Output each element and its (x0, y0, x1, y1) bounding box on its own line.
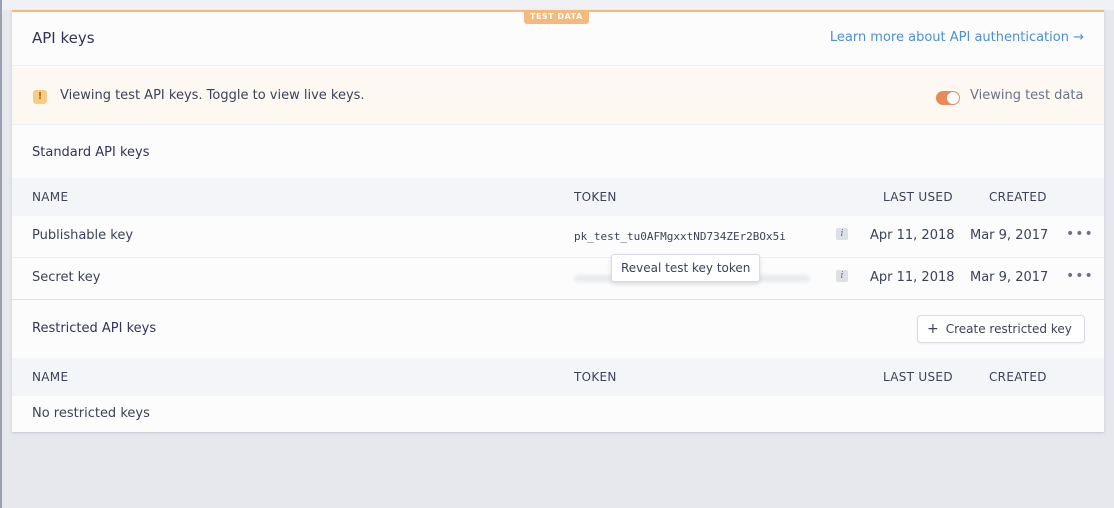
column-name: NAME (32, 190, 69, 204)
key-last-used: Apr 11, 2018 (870, 228, 955, 243)
key-name: Publishable key (32, 228, 134, 243)
top-strip (2, 0, 1114, 10)
empty-state-text: No restricted keys (32, 406, 150, 421)
create-restricted-key-label: Create restricted key (945, 322, 1072, 336)
table-row[interactable]: Secret key i Apr 11, 2018 Mar 9, 2017 ••… (12, 258, 1104, 300)
reveal-token-tooltip: Reveal test key token (611, 254, 761, 282)
column-token: TOKEN (574, 190, 617, 204)
more-options-icon[interactable]: ••• (1066, 268, 1094, 284)
key-created: Mar 9, 2017 (970, 228, 1049, 243)
create-restricted-key-button[interactable]: + Create restricted key (917, 315, 1085, 343)
standard-table-header: NAME TOKEN LAST USED CREATED (12, 178, 1104, 216)
info-icon[interactable]: i (836, 270, 848, 282)
key-created: Mar 9, 2017 (970, 270, 1049, 285)
toggle-label: Viewing test data (970, 88, 1084, 103)
column-created: CREATED (989, 190, 1047, 204)
plus-icon: + (927, 321, 939, 337)
restricted-keys-title: Restricted API keys (32, 321, 157, 336)
key-last-used: Apr 11, 2018 (870, 270, 955, 285)
column-last-used: LAST USED (883, 190, 953, 204)
view-test-data-toggle[interactable] (936, 91, 960, 105)
toggle-knob (947, 92, 959, 104)
more-options-icon[interactable]: ••• (1066, 226, 1094, 242)
warning-icon: ! (33, 90, 47, 104)
learn-more-link[interactable]: Learn more about API authentication → (830, 30, 1084, 45)
key-token[interactable]: pk_test_tu0AFMgxxtND734ZEr2BOx5i (574, 230, 786, 243)
card-header: API keys Learn more about API authentica… (12, 12, 1104, 66)
table-row[interactable]: Publishable key pk_test_tu0AFMgxxtND734Z… (12, 216, 1104, 258)
page-title: API keys (32, 29, 95, 47)
restricted-table-header: NAME TOKEN LAST USED CREATED (12, 358, 1104, 396)
key-name: Secret key (32, 270, 101, 285)
column-created: CREATED (989, 370, 1047, 384)
column-name: NAME (32, 370, 69, 384)
info-icon[interactable]: i (836, 228, 848, 240)
test-data-notice: ! Viewing test API keys. Toggle to view … (12, 67, 1104, 125)
notice-text: Viewing test API keys. Toggle to view li… (60, 88, 365, 103)
page-left-border (0, 0, 2, 508)
column-last-used: LAST USED (883, 370, 953, 384)
column-token: TOKEN (574, 370, 617, 384)
api-keys-card: TEST DATA API keys Learn more about API … (12, 10, 1104, 432)
standard-keys-title: Standard API keys (32, 145, 150, 160)
